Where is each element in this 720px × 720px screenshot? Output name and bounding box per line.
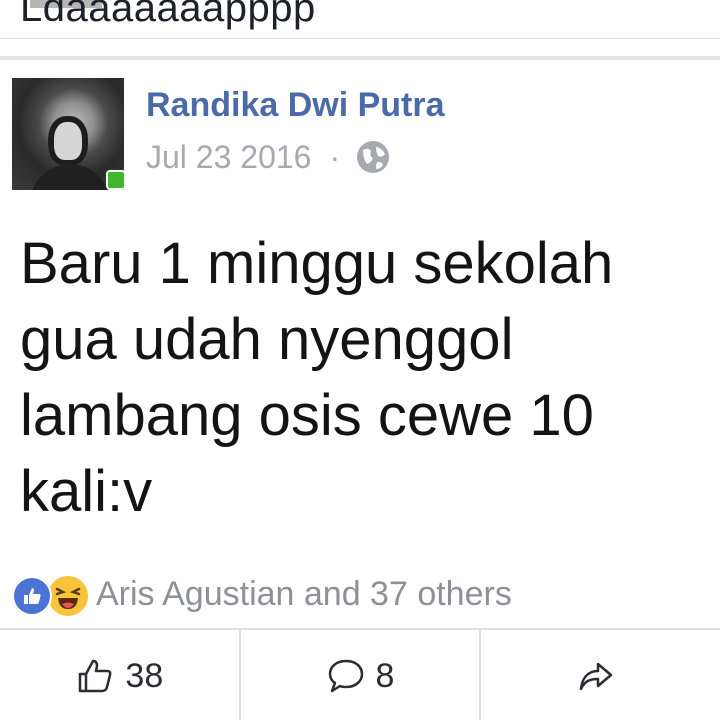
screenshot-frame: Ldaaaaaaapppp Randika Dwi Putra Jul 23 2…: [0, 0, 720, 720]
thumbs-up-icon: [79, 659, 112, 693]
comment-count: 8: [375, 656, 395, 695]
post-date[interactable]: Jul 23 2016: [146, 139, 311, 176]
like-button[interactable]: 38: [0, 630, 241, 720]
previous-post-fragment: Ldaaaaaaapppp: [0, 0, 720, 60]
online-status-icon: [106, 170, 126, 190]
like-reaction-icon: [12, 576, 52, 616]
previous-post-text: Ldaaaaaaapppp: [20, 0, 316, 30]
share-icon: [579, 662, 612, 691]
like-count: 38: [125, 656, 164, 695]
reaction-icons: [12, 572, 92, 618]
divider: [0, 38, 720, 39]
post-header: Randika Dwi Putra Jul 23 2016 ·: [0, 60, 720, 200]
globe-icon[interactable]: [354, 138, 392, 176]
post-text: Baru 1 minggu sekolah gua udah nyenggol …: [20, 231, 614, 524]
action-bar: 38 8: [0, 628, 720, 720]
meta-separator: ·: [329, 138, 341, 175]
avatar-head: [48, 116, 88, 166]
avatar-body: [30, 164, 110, 190]
comment-button[interactable]: 8: [241, 630, 482, 720]
haha-reaction-icon: [46, 574, 90, 618]
reaction-summary[interactable]: Aris Agustian and 37 others: [12, 570, 512, 618]
comment-icon: [328, 659, 363, 693]
author-name[interactable]: Randika Dwi Putra: [146, 86, 445, 125]
reaction-summary-text[interactable]: Aris Agustian and 37 others: [96, 575, 512, 614]
post-meta: Jul 23 2016 ·: [146, 138, 392, 176]
share-button[interactable]: [481, 630, 720, 720]
